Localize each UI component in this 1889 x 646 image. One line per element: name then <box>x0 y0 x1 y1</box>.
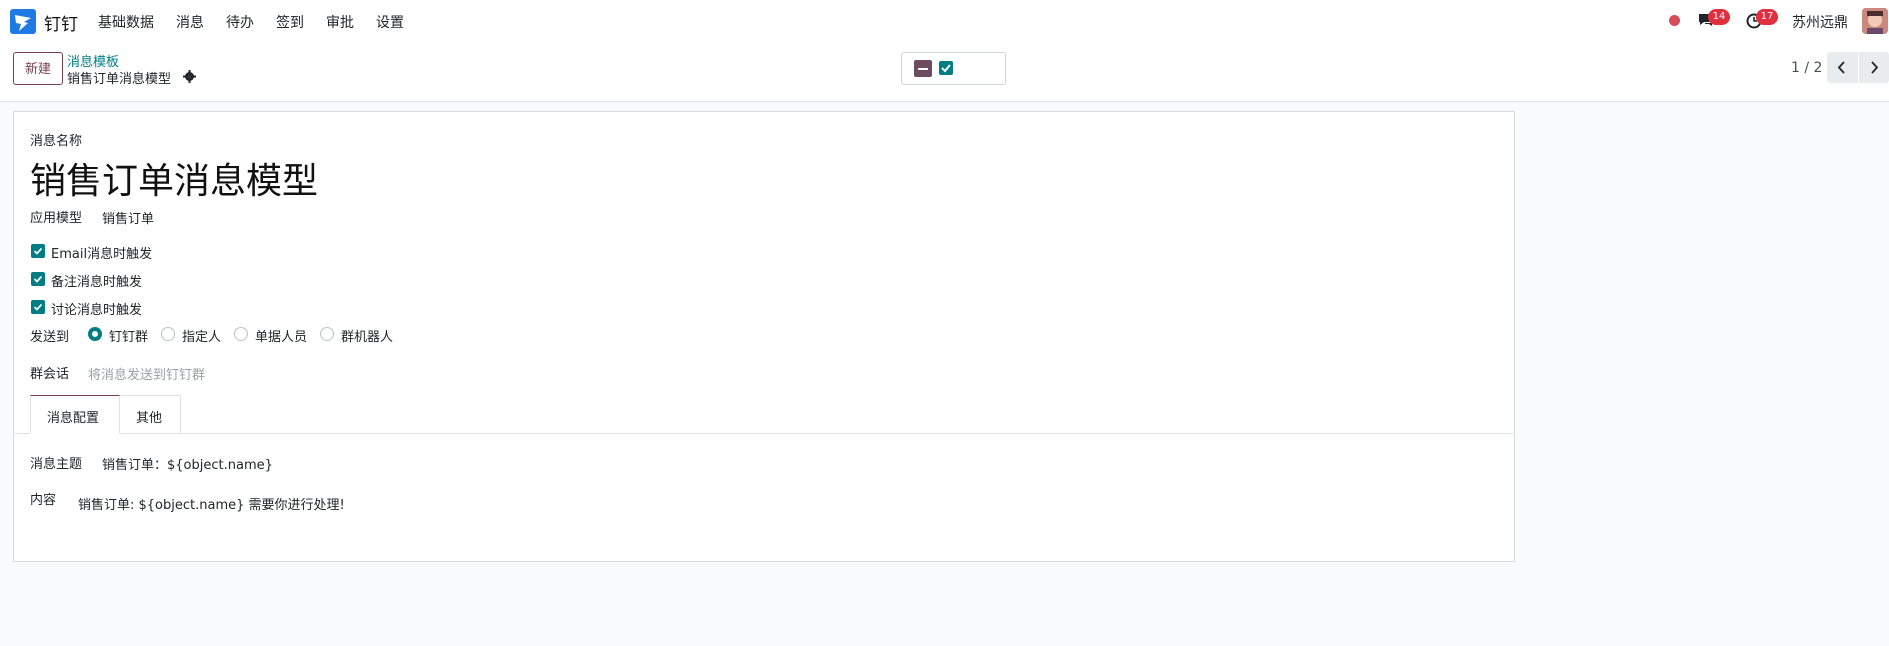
top-navbar: 钉钉 基础数据 消息 待办 签到 审批 设置 14 17 苏州远鼎 <box>0 0 1889 42</box>
pager-previous-button[interactable] <box>1827 52 1858 83</box>
menu-item-checkin[interactable]: 签到 <box>276 12 304 32</box>
group-chat-label: 群会话 <box>30 367 70 382</box>
group-chat-input[interactable]: 将消息发送到钉钉群 <box>88 364 205 383</box>
name-field-label: 消息名称 <box>30 134 83 149</box>
send-to-radio-robot[interactable] <box>320 327 334 341</box>
status-indicator-icon[interactable] <box>1669 15 1680 26</box>
send-to-label: 发送到 <box>30 330 70 345</box>
chevron-right-icon <box>1871 61 1879 74</box>
menu-item-settings[interactable]: 设置 <box>376 12 404 32</box>
pager-next-button[interactable] <box>1859 52 1889 83</box>
tab-label: 消息配置 <box>47 411 100 426</box>
active-check-icon[interactable] <box>939 61 953 75</box>
company-switcher[interactable]: 苏州远鼎 <box>1792 12 1848 32</box>
dingtalk-logo-icon[interactable] <box>10 9 36 34</box>
menu-item-todo[interactable]: 待办 <box>226 12 254 32</box>
tab-other[interactable]: 其他 <box>120 395 181 433</box>
subject-field-label: 消息主题 <box>30 457 83 472</box>
form-sheet: 消息名称 销售订单消息模型 应用模型 销售订单 Email消息时触发 备注消息时… <box>13 111 1515 562</box>
new-button[interactable]: 新建 <box>13 52 63 85</box>
model-field-label: 应用模型 <box>30 211 83 226</box>
activity-count-badge: 17 <box>1756 9 1778 25</box>
menu-item-basic-data[interactable]: 基础数据 <box>98 12 154 32</box>
send-to-option-label: 单据人员 <box>255 330 308 345</box>
send-to-radio-group[interactable] <box>88 327 102 341</box>
send-to-radio-person[interactable] <box>161 327 175 341</box>
email-trigger-label: Email消息时触发 <box>51 247 153 262</box>
send-to-option-label: 群机器人 <box>341 330 394 345</box>
send-to-option-label: 指定人 <box>182 330 222 345</box>
content-field-value[interactable]: 销售订单: ${object.name} 需要你进行处理! <box>78 494 345 513</box>
subject-field-value[interactable]: 销售订单：${object.name} <box>102 454 273 473</box>
gear-icon[interactable] <box>183 70 196 83</box>
note-trigger-label: 备注消息时触发 <box>51 275 143 290</box>
note-trigger-checkbox[interactable] <box>31 272 45 286</box>
record-name-input[interactable]: 销售订单消息模型 <box>30 152 318 204</box>
chevron-left-icon <box>1837 61 1845 74</box>
discussion-trigger-label: 讨论消息时触发 <box>51 303 143 318</box>
chat-count-badge: 14 <box>1708 9 1730 25</box>
record-status-toggle <box>901 52 1006 85</box>
archive-icon[interactable] <box>914 60 932 77</box>
content-field-label: 内容 <box>30 493 57 508</box>
pager-value[interactable]: 1 / 2 <box>1791 60 1822 76</box>
app-name[interactable]: 钉钉 <box>44 10 78 35</box>
tabs-divider <box>14 433 1514 434</box>
user-avatar[interactable] <box>1862 8 1888 34</box>
control-panel: 新建 消息模板 销售订单消息模型 1 / 2 <box>0 42 1889 102</box>
discussion-trigger-checkbox[interactable] <box>31 300 45 314</box>
tab-message-config[interactable]: 消息配置 <box>30 395 120 434</box>
menu-item-messages[interactable]: 消息 <box>176 12 204 32</box>
send-to-radio-document[interactable] <box>234 327 248 341</box>
send-to-option-label: 钉钉群 <box>109 330 149 345</box>
main-menu: 基础数据 消息 待办 签到 审批 设置 <box>98 12 426 32</box>
menu-item-approval[interactable]: 审批 <box>326 12 354 32</box>
breadcrumb-current: 销售订单消息模型 <box>67 72 172 87</box>
email-trigger-checkbox[interactable] <box>31 244 45 258</box>
model-field-value[interactable]: 销售订单 <box>102 208 154 227</box>
tab-label: 其他 <box>136 411 163 426</box>
